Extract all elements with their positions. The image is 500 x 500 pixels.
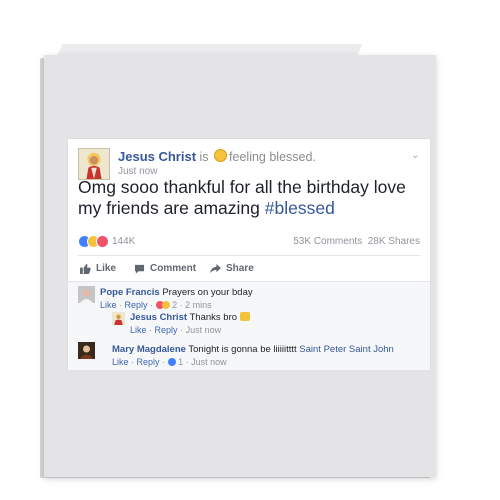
comment-time[interactable]: Just now (186, 325, 222, 335)
comment-like-link[interactable]: Like (112, 357, 129, 367)
author-name[interactable]: Jesus Christ (118, 149, 196, 164)
comment-2: Jesus Christ Thanks bro (130, 312, 250, 323)
author-avatar[interactable] (78, 148, 110, 180)
separator: · (185, 357, 189, 367)
jesus-portrait-icon (112, 312, 125, 325)
thumbs-up-icon (80, 263, 91, 274)
comments-section: Pope Francis Prayers on your bday Like ·… (68, 281, 430, 370)
action-bar: Like Comment Share (78, 261, 420, 279)
comment-3: Mary Magdalene Tonight is gonna be liiii… (112, 344, 394, 355)
reaction-count[interactable]: 144K (112, 236, 135, 247)
smiling-face-icon (214, 149, 228, 162)
tagged-friends-link[interactable]: Saint Peter Saint John (299, 344, 394, 355)
comment-reply-link[interactable]: Reply (125, 300, 148, 310)
comments-count[interactable]: 53K Comments (293, 236, 362, 247)
comment-like-link[interactable]: Like (130, 325, 147, 335)
raised-hands-icon (239, 312, 250, 321)
comment-author[interactable]: Jesus Christ (130, 312, 187, 323)
hashtag-link[interactable]: #blessed (265, 198, 335, 218)
separator: · (131, 357, 135, 367)
like-reaction-icon (167, 358, 176, 366)
chevron-down-icon[interactable]: ⌄ (411, 148, 420, 161)
comment-label: Comment (150, 263, 197, 274)
separator: · (162, 357, 166, 367)
is-text: is (199, 150, 209, 164)
separator: · (119, 300, 123, 310)
comment-meta: Like · Reply · Just now (130, 325, 221, 335)
share-label: Share (226, 263, 254, 274)
reactions-bar: 144K 53K Comments 28K Shares (78, 235, 420, 251)
divider (78, 255, 420, 256)
engagement-counts: 53K Comments 28K Shares (293, 236, 420, 247)
pope-portrait-icon (78, 286, 95, 303)
comment-text: Prayers on your bday (162, 287, 253, 298)
comment-reply-link[interactable]: Reply (155, 325, 178, 335)
comment-text: Thanks bro (189, 312, 238, 323)
love-reaction-icon[interactable] (96, 235, 109, 248)
comment-1: Pope Francis Prayers on your bday (100, 287, 253, 298)
status-body: Omg sooo thankful for all the birthday l… (78, 177, 406, 218)
author-line: Jesus Christ is feeling blessed. (118, 149, 316, 164)
comment-reaction-count[interactable]: 1 (178, 357, 183, 367)
comment-time[interactable]: 2 mins (185, 300, 212, 310)
comment-meta: Like · Reply · 2 · 2 mins (100, 300, 212, 310)
comment-reply-link[interactable]: Reply (137, 357, 160, 367)
comment-author[interactable]: Pope Francis (100, 287, 160, 298)
like-button[interactable]: Like (80, 263, 116, 274)
comment-text: Tonight is gonna be liiiiitttt (188, 344, 297, 355)
share-arrow-icon (210, 263, 221, 273)
speech-bubble-icon (134, 264, 145, 274)
comment-meta: Like · Reply · 1 · Just now (112, 357, 227, 367)
like-label: Like (96, 263, 117, 274)
comment-like-link[interactable]: Like (100, 300, 117, 310)
shares-count[interactable]: 28K Shares (368, 236, 420, 247)
separator: · (179, 300, 183, 310)
comment-reaction-count[interactable]: 2 (172, 300, 177, 310)
feeling-text: feeling blessed. (229, 150, 316, 164)
haha-reaction-icon (161, 301, 170, 309)
jesus-portrait-icon (79, 149, 109, 179)
mary-portrait-icon (78, 342, 95, 359)
post-time[interactable]: Just now (118, 166, 157, 177)
comment-author[interactable]: Mary Magdalene (112, 344, 186, 355)
separator: · (149, 325, 153, 335)
reply-avatar[interactable] (112, 312, 125, 325)
status-text: Omg sooo thankful for all the birthday l… (78, 177, 420, 219)
commenter-avatar[interactable] (78, 342, 95, 359)
separator: · (150, 300, 154, 310)
share-button[interactable]: Share (210, 263, 254, 274)
comment-button[interactable]: Comment (134, 263, 196, 274)
commenter-avatar[interactable] (78, 286, 95, 303)
facebook-post: Jesus Christ is feeling blessed. Just no… (68, 139, 430, 370)
comment-time[interactable]: Just now (191, 357, 227, 367)
separator: · (180, 325, 184, 335)
